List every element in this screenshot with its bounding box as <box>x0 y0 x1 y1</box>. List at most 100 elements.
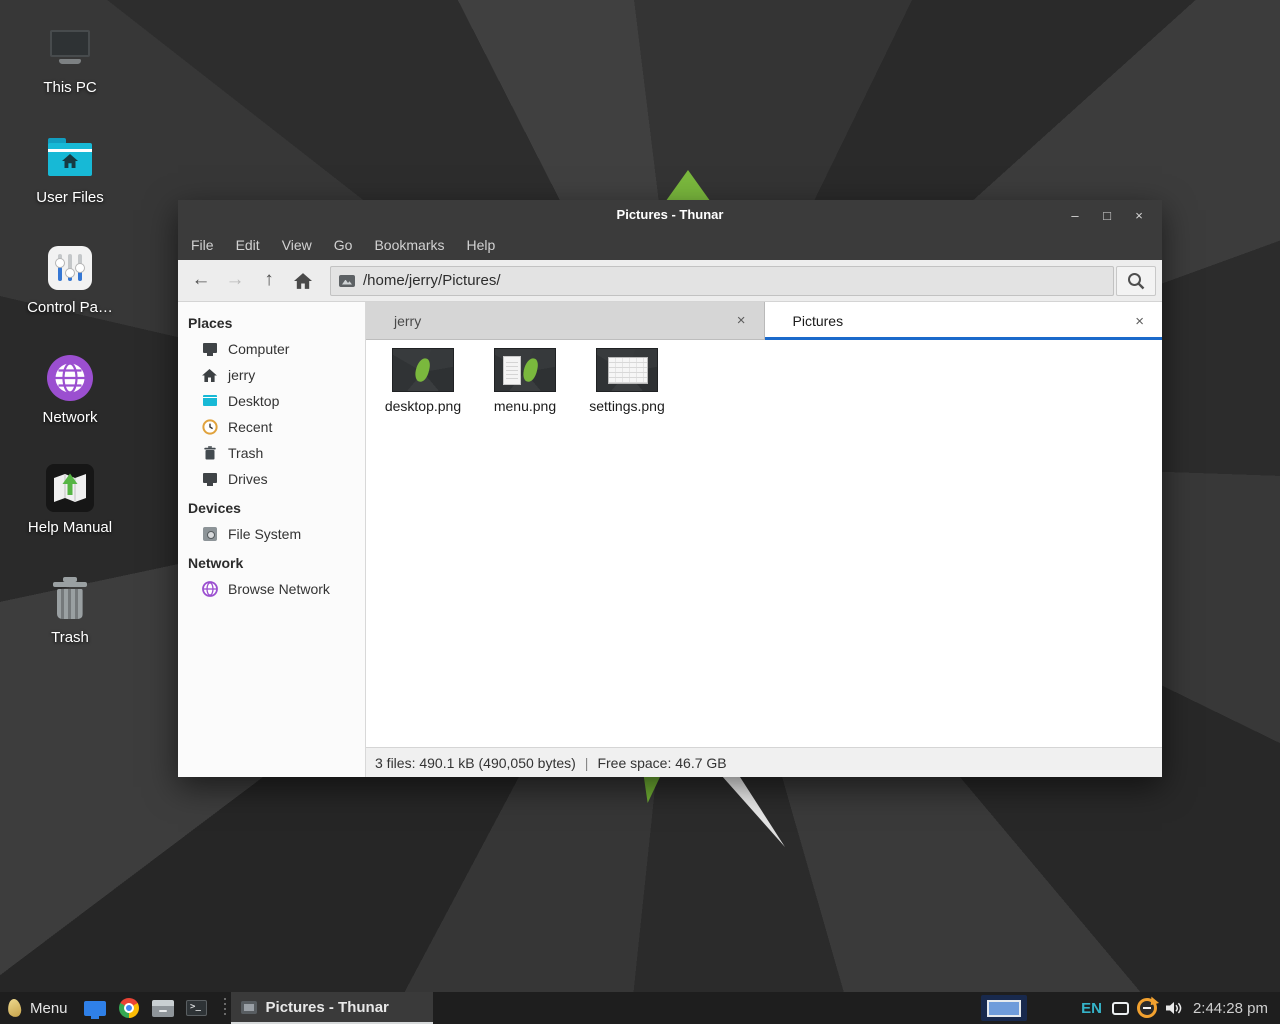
desktop-icon-this-pc[interactable]: This PC <box>18 24 122 96</box>
desktop-icon-label: Help Manual <box>18 519 122 536</box>
desktop-icon-control-panel[interactable]: Control Pa… <box>18 244 122 316</box>
status-bar: 3 files: 490.1 kB (490,050 bytes) | Free… <box>366 747 1162 777</box>
system-tray: EN 2:44:28 pm <box>981 992 1280 1024</box>
titlebar[interactable]: Pictures - Thunar – □ × <box>178 200 1162 230</box>
computer-icon <box>202 341 218 357</box>
file-pane: jerry × Pictures × desktop.png <box>366 302 1162 777</box>
file-name: desktop.png <box>372 398 474 414</box>
menu-go[interactable]: Go <box>323 230 364 260</box>
file-manager-launcher[interactable] <box>146 992 180 1024</box>
taskbar: Menu Pictures - Thunar EN 2:44:28 pm <box>0 992 1280 1024</box>
window-thumbnail-icon <box>241 1001 257 1014</box>
start-menu-button[interactable]: Menu <box>0 992 78 1024</box>
help-manual-icon <box>46 464 94 512</box>
back-icon[interactable]: ← <box>184 266 218 296</box>
desktop-icon-user-files[interactable]: User Files <box>18 134 122 206</box>
file-cabinet-icon <box>152 1000 174 1017</box>
menu-file[interactable]: File <box>180 230 225 260</box>
clock[interactable]: 2:44:28 pm <box>1193 1000 1280 1017</box>
control-panel-icon <box>46 244 94 292</box>
file-menu-png[interactable]: menu.png <box>474 348 576 414</box>
forward-icon[interactable]: → <box>218 266 252 296</box>
desktop-icon-label: Trash <box>18 629 122 646</box>
update-manager-icon[interactable] <box>1137 998 1157 1018</box>
tab-jerry[interactable]: jerry × <box>366 302 765 340</box>
desktop-icon-help-manual[interactable]: Help Manual <box>18 464 122 536</box>
search-button[interactable] <box>1116 266 1156 296</box>
file-list: desktop.png menu.png settings.png <box>366 340 1162 747</box>
search-icon <box>1126 271 1146 291</box>
panel-drag-handle[interactable] <box>222 998 228 1018</box>
image-thumbnail <box>596 348 658 392</box>
menu-view[interactable]: View <box>271 230 323 260</box>
window-title: Pictures - Thunar <box>178 200 1162 230</box>
taskbar-window-button[interactable]: Pictures - Thunar <box>231 992 433 1024</box>
path-text: /home/jerry/Pictures/ <box>363 272 501 289</box>
minimize-button[interactable]: – <box>1066 208 1084 223</box>
wallpaper-green-sliver <box>641 777 660 803</box>
terminal-launcher[interactable] <box>180 992 214 1024</box>
volume-icon[interactable] <box>1166 1001 1183 1015</box>
sidebar-item-computer[interactable]: Computer <box>178 336 365 362</box>
file-desktop-png[interactable]: desktop.png <box>372 348 474 414</box>
sidebar-item-desktop[interactable]: Desktop <box>178 388 365 414</box>
toolbar: ← → ↑ /home/jerry/Pictures/ <box>178 260 1162 302</box>
sidebar-item-jerry[interactable]: jerry <box>178 362 365 388</box>
menu-help[interactable]: Help <box>456 230 507 260</box>
browse-network-icon <box>202 581 218 597</box>
image-icon <box>339 275 355 287</box>
desktop-icon-label: Network <box>18 409 122 426</box>
sidebar-item-browse-network[interactable]: Browse Network <box>178 576 365 602</box>
tab-bar: jerry × Pictures × <box>366 302 1162 340</box>
maximize-button[interactable]: □ <box>1098 208 1116 223</box>
mint-logo-icon <box>7 998 22 1017</box>
recent-clock-icon <box>202 419 218 435</box>
sidebar-item-file-system[interactable]: File System <box>178 521 365 547</box>
chrome-icon <box>119 998 139 1018</box>
file-settings-png[interactable]: settings.png <box>576 348 678 414</box>
workspace-switcher[interactable] <box>981 995 1027 1021</box>
show-desktop-button[interactable] <box>78 992 112 1024</box>
filesystem-icon <box>202 526 218 542</box>
tab-close-icon[interactable]: × <box>1131 312 1148 331</box>
terminal-icon <box>186 1000 207 1016</box>
pc-icon <box>46 24 94 72</box>
up-icon[interactable]: ↑ <box>252 266 286 296</box>
sidebar-header-network: Network <box>178 550 365 576</box>
display-tray-icon[interactable] <box>1112 1002 1129 1015</box>
close-button[interactable]: × <box>1130 208 1148 223</box>
menubar: File Edit View Go Bookmarks Help <box>178 230 1162 260</box>
workspace-1[interactable] <box>987 1000 1021 1017</box>
trash-can-icon <box>46 574 94 622</box>
menu-bookmarks[interactable]: Bookmarks <box>363 230 455 260</box>
status-free-space: Free space: 46.7 GB <box>597 755 726 771</box>
image-thumbnail <box>392 348 454 392</box>
thunar-window: Pictures - Thunar – □ × File Edit View G… <box>178 200 1162 777</box>
sidebar: Places Computer jerry Desktop <box>178 302 366 777</box>
sidebar-item-recent[interactable]: Recent <box>178 414 365 440</box>
home-folder-icon <box>46 134 94 182</box>
home-icon <box>202 367 218 383</box>
desktop-icon-label: Control Pa… <box>18 299 122 316</box>
desktop-icon-trash[interactable]: Trash <box>18 574 122 646</box>
sidebar-header-devices: Devices <box>178 495 365 521</box>
tab-close-icon[interactable]: × <box>733 311 750 330</box>
path-bar[interactable]: /home/jerry/Pictures/ <box>330 266 1114 296</box>
home-icon[interactable] <box>286 266 320 296</box>
status-separator: | <box>585 755 589 771</box>
browser-launcher[interactable] <box>112 992 146 1024</box>
drives-icon <box>202 471 218 487</box>
status-files-summary: 3 files: 490.1 kB (490,050 bytes) <box>375 755 576 771</box>
file-name: settings.png <box>576 398 678 414</box>
image-thumbnail <box>494 348 556 392</box>
sidebar-item-drives[interactable]: Drives <box>178 466 365 492</box>
sidebar-item-trash[interactable]: Trash <box>178 440 365 466</box>
network-globe-icon <box>46 354 94 402</box>
desktop: This PC User Files Control Pa… Network <box>0 0 1280 1024</box>
desktop-icon-network[interactable]: Network <box>18 354 122 426</box>
file-name: menu.png <box>474 398 576 414</box>
show-desktop-icon <box>84 1001 106 1016</box>
keyboard-layout-indicator[interactable]: EN <box>1081 1000 1102 1017</box>
menu-edit[interactable]: Edit <box>225 230 271 260</box>
tab-pictures[interactable]: Pictures × <box>765 302 1163 340</box>
